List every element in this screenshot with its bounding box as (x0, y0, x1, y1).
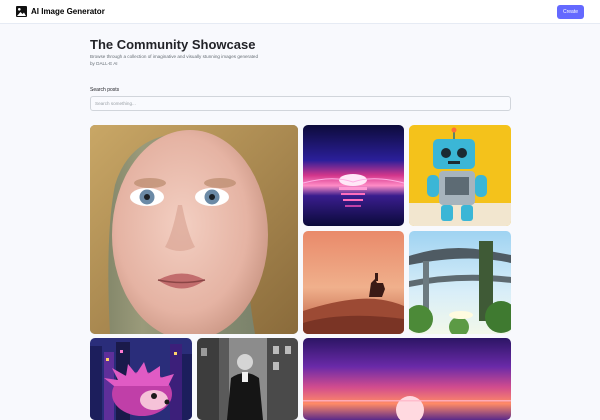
desert-image (303, 231, 404, 334)
gallery-card-hedgehog[interactable] (90, 338, 192, 420)
portrait-image (90, 125, 298, 334)
gallery-card-desert[interactable] (303, 231, 404, 334)
search-input[interactable] (90, 96, 511, 111)
search-label: Search posts (90, 87, 120, 93)
robot-image (409, 125, 511, 226)
gallery-card-purple-sunset[interactable] (303, 338, 511, 420)
gallery-card-synthwave[interactable] (303, 125, 404, 226)
app-logo[interactable]: AI Image Generator (16, 6, 105, 17)
app-title: AI Image Generator (31, 7, 105, 16)
page-subtitle: Browse through a collection of imaginati… (90, 54, 259, 66)
gallery-card-street[interactable] (197, 338, 298, 420)
showcase-main: The Community Showcase Browse through a … (6, 24, 594, 420)
synthwave-image (303, 125, 404, 226)
hedgehog-image (90, 338, 192, 420)
purple-sunset-image (303, 338, 511, 420)
street-image (197, 338, 298, 420)
image-icon (16, 6, 27, 17)
page-title: The Community Showcase (90, 37, 256, 52)
overpass-image (409, 231, 511, 334)
gallery-card-robot[interactable] (409, 125, 511, 226)
app-header: AI Image Generator Create (0, 0, 600, 24)
gallery-card-overpass[interactable] (409, 231, 511, 334)
gallery-card-portrait[interactable] (90, 125, 298, 334)
create-button[interactable]: Create (557, 5, 584, 19)
